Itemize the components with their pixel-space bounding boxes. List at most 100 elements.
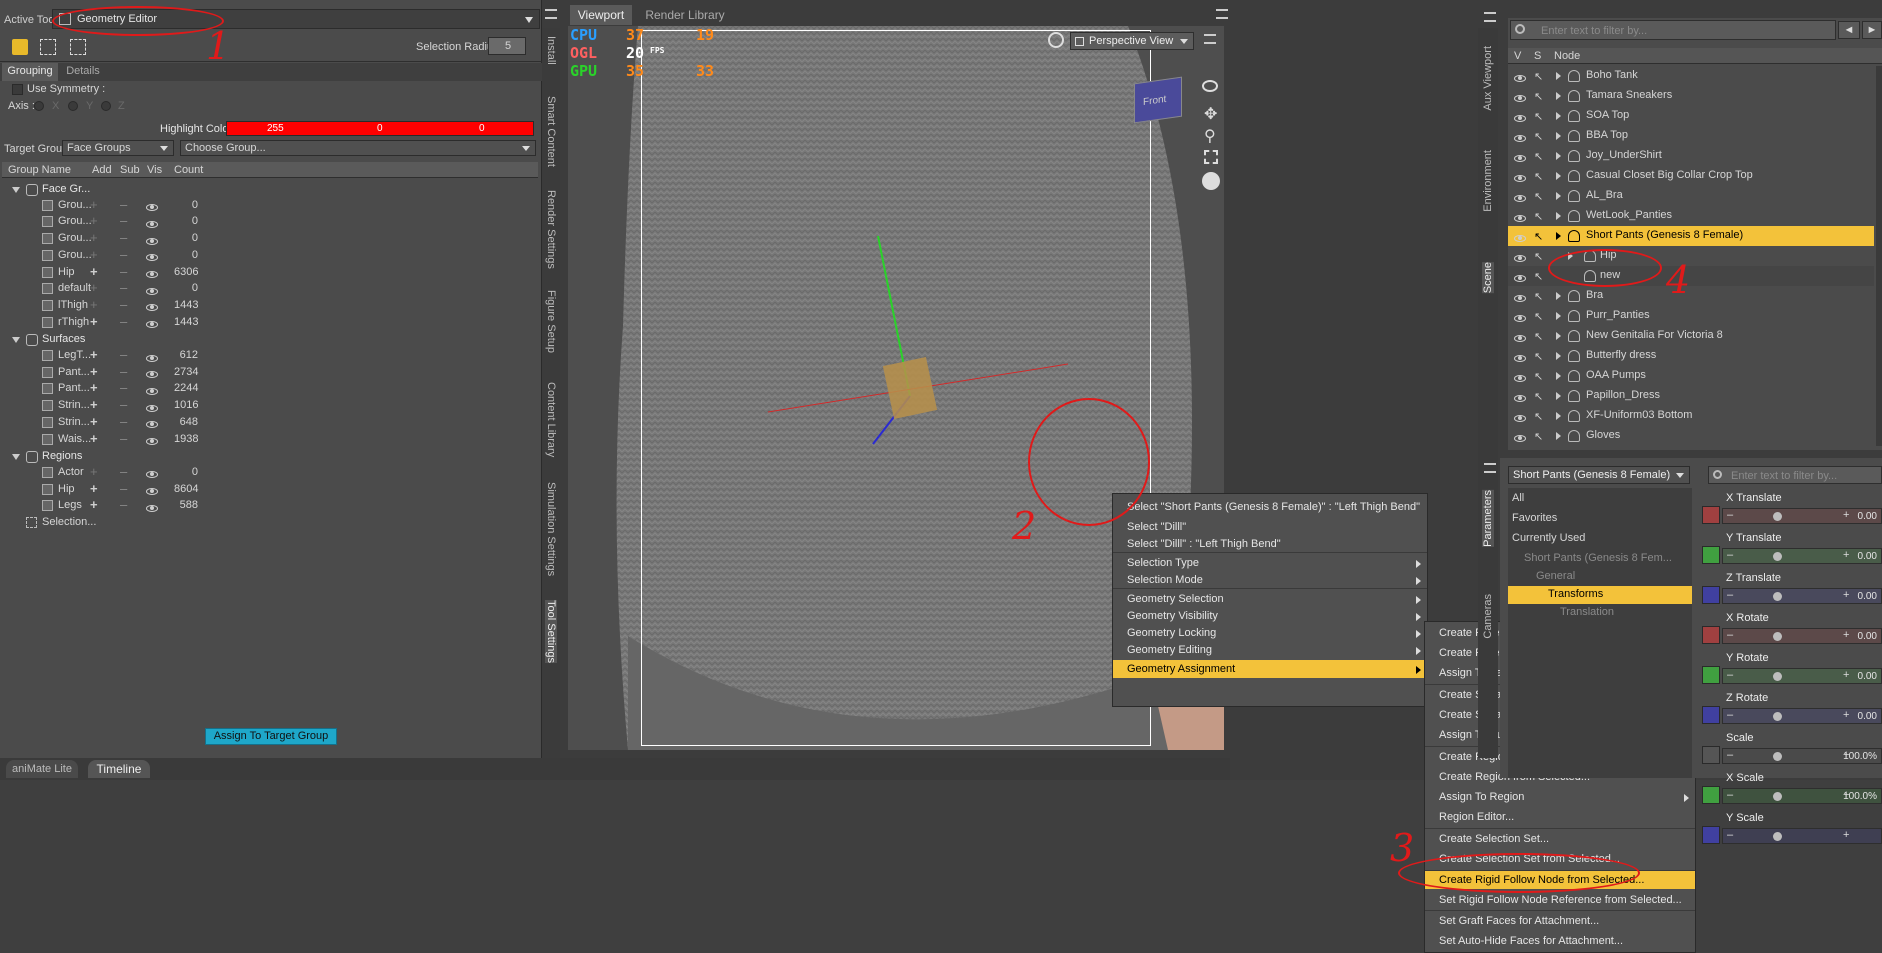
expand-arrow-icon[interactable] <box>1556 392 1561 400</box>
side-tab[interactable]: Install <box>545 36 557 65</box>
param-slider-value[interactable]: 100.0% <box>1843 751 1877 762</box>
selectable-icon[interactable]: ↖ <box>1534 430 1543 443</box>
expand-arrow-icon[interactable] <box>1556 232 1561 240</box>
add-button[interactable]: + <box>90 481 98 496</box>
pan-icon[interactable]: ✥ <box>1204 104 1217 124</box>
scene-node-row[interactable]: ↖ WetLook_Panties <box>1508 206 1874 226</box>
side-tab[interactable]: Aux Viewport <box>1482 46 1494 111</box>
viewport-options-icon[interactable] <box>1204 34 1216 44</box>
visibility-eye-icon[interactable] <box>1514 254 1526 262</box>
table-row[interactable]: Grou... + – 0 <box>2 197 538 214</box>
symmetry-checkbox[interactable] <box>12 84 23 95</box>
slider-handle[interactable] <box>1773 672 1782 681</box>
expand-arrow-icon[interactable] <box>12 187 20 193</box>
table-row[interactable]: Hip + – 6306 <box>2 264 538 281</box>
scene-node-row[interactable]: ↖ Boho Tank <box>1508 66 1874 86</box>
selectable-icon[interactable]: ↖ <box>1534 130 1543 143</box>
selectable-icon[interactable]: ↖ <box>1534 350 1543 363</box>
add-button[interactable]: + <box>90 497 98 512</box>
table-row[interactable]: Actor + – 0 <box>2 464 538 481</box>
add-button[interactable]: + <box>90 364 98 379</box>
visibility-eye-icon[interactable] <box>1514 234 1526 242</box>
param-tree-item[interactable]: Short Pants (Genesis 8 Fem... <box>1508 550 1692 568</box>
param-slider[interactable]: X Rotate – +0.00 <box>1700 610 1882 648</box>
param-tree-item[interactable]: General <box>1508 568 1692 586</box>
visibility-eye-icon[interactable] <box>1514 174 1526 182</box>
table-row[interactable]: rThigh + – 1443 <box>2 314 538 331</box>
context-menu-item[interactable]: Select "Dilll" <box>1113 518 1427 536</box>
sub-button[interactable]: – <box>120 347 127 362</box>
context-menu-item[interactable]: Geometry Editing <box>1113 641 1427 659</box>
visibility-eye-icon[interactable] <box>1514 334 1526 342</box>
add-button[interactable]: + <box>90 314 98 329</box>
add-button[interactable]: + <box>90 464 98 479</box>
scene-node-row[interactable]: ↖ OAA Pumps <box>1508 366 1874 386</box>
selectable-icon[interactable]: ↖ <box>1534 290 1543 303</box>
target-type-dropdown[interactable]: Face Groups <box>62 140 174 156</box>
param-slider-value[interactable]: 100.0% <box>1843 791 1877 802</box>
highlight-color-field[interactable]: 255 0 0 <box>226 121 534 136</box>
scene-node-row[interactable]: ↖ New Genitalia For Victoria 8 <box>1508 326 1874 346</box>
param-tree-item[interactable]: Currently Used <box>1508 530 1692 548</box>
axis-x-radio[interactable] <box>34 101 44 111</box>
param-slider[interactable]: Z Rotate – +0.00 <box>1700 690 1882 728</box>
slider-track[interactable]: – +0.00 <box>1722 668 1882 684</box>
slider-handle[interactable] <box>1773 712 1782 721</box>
sub-button[interactable]: – <box>120 247 127 262</box>
context-menu-item[interactable]: Selection Type <box>1113 554 1427 572</box>
table-row[interactable]: Strin... + – 1016 <box>2 397 538 414</box>
param-tree-item[interactable]: All <box>1508 490 1692 508</box>
sub-button[interactable]: – <box>120 297 127 312</box>
sub-button[interactable]: – <box>120 230 127 245</box>
param-slider-value[interactable]: 0.00 <box>1858 551 1877 562</box>
param-slider-value[interactable]: 0.00 <box>1858 711 1877 722</box>
highlight-r[interactable]: 255 <box>267 123 284 134</box>
expand-arrow-icon[interactable] <box>1556 172 1561 180</box>
slider-plus[interactable]: + <box>1843 589 1849 601</box>
side-tab[interactable]: Figure Setup <box>545 290 557 353</box>
visibility-eye-icon[interactable] <box>1514 314 1526 322</box>
param-slider-value[interactable]: 0.00 <box>1858 671 1877 682</box>
scene-node-row[interactable]: ↖ Papillon_Dress <box>1508 386 1874 406</box>
param-slider[interactable]: Scale – +100.0% <box>1700 730 1882 768</box>
add-button[interactable]: + <box>90 397 98 412</box>
context-menu-item[interactable]: Geometry Locking <box>1113 624 1427 642</box>
table-row[interactable]: Hip + – 8604 <box>2 481 538 498</box>
add-button[interactable]: + <box>90 431 98 446</box>
context-menu-item[interactable]: Geometry Visibility <box>1113 607 1427 625</box>
slider-track[interactable]: – +0.00 <box>1722 548 1882 564</box>
sub-button[interactable]: – <box>120 414 127 429</box>
tab-grouping[interactable]: Grouping <box>2 63 58 81</box>
slider-minus[interactable]: – <box>1727 749 1733 761</box>
selectable-icon[interactable]: ↖ <box>1534 170 1543 183</box>
slider-plus[interactable]: + <box>1843 829 1849 841</box>
add-button[interactable]: + <box>90 280 98 295</box>
visibility-eye-icon[interactable] <box>146 504 158 512</box>
visibility-eye-icon[interactable] <box>146 421 158 429</box>
selectable-icon[interactable]: ↖ <box>1534 310 1543 323</box>
left-panel-menu-icon[interactable] <box>545 9 557 19</box>
view-mode-dropdown[interactable]: Perspective View <box>1070 32 1194 50</box>
context-menu-item[interactable]: Select "Dilll" : "Left Thigh Bend" <box>1113 535 1427 553</box>
selectable-icon[interactable]: ↖ <box>1534 370 1543 383</box>
scene-back-button[interactable]: ◄ <box>1838 21 1860 39</box>
slider-track[interactable]: – +0.00 <box>1722 708 1882 724</box>
scene-node-row[interactable]: ↖ Casual Closet Big Collar Crop Top <box>1508 166 1874 186</box>
slider-minus[interactable]: – <box>1727 669 1733 681</box>
slider-minus[interactable]: – <box>1727 789 1733 801</box>
visibility-eye-icon[interactable] <box>146 237 158 245</box>
visibility-eye-icon[interactable] <box>146 404 158 412</box>
scene-node-row[interactable]: ↖ AL_Bra <box>1508 186 1874 206</box>
slider-track[interactable]: – +100.0% <box>1722 748 1882 764</box>
sub-button[interactable]: – <box>120 197 127 212</box>
col-sub[interactable]: Sub <box>120 164 140 176</box>
param-slider[interactable]: X Scale – +100.0% <box>1700 770 1882 808</box>
visibility-eye-icon[interactable] <box>1514 154 1526 162</box>
table-row[interactable]: default + – 0 <box>2 280 538 297</box>
axis-z-radio[interactable] <box>101 101 111 111</box>
param-slider-value[interactable]: 0.00 <box>1858 591 1877 602</box>
col-group-name[interactable]: Group Name <box>8 164 71 176</box>
visibility-eye-icon[interactable] <box>146 254 158 262</box>
param-slider[interactable]: Y Translate – +0.00 <box>1700 530 1882 568</box>
col-s[interactable]: S <box>1534 50 1541 62</box>
